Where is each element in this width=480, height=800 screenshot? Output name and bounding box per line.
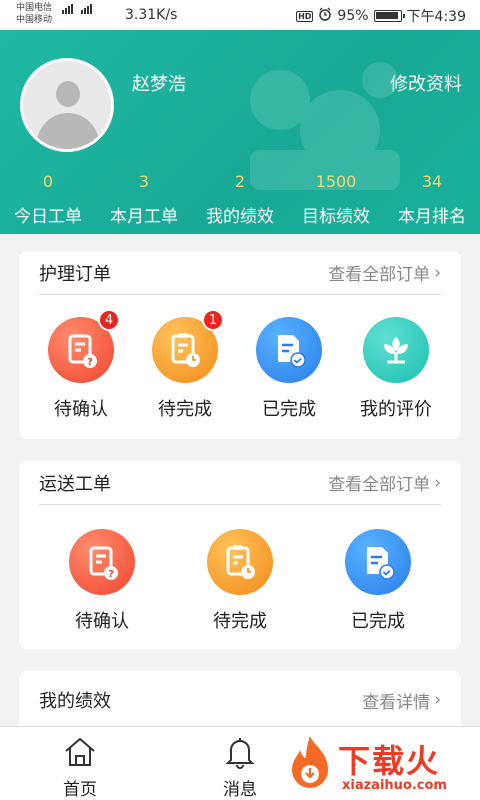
carrier-names: 中国电信 中国移动 [16, 2, 52, 26]
stat-label: 今日工单 [14, 207, 82, 227]
stat-today-orders[interactable]: 0 今日工单 [0, 172, 96, 227]
watermark: 下载火 xiazaihuo.com [282, 730, 480, 800]
item-label: 已完成 [262, 399, 316, 420]
view-details-link[interactable]: 查看详情 › [362, 688, 441, 713]
performance-card: 我的绩效 查看详情 › [19, 671, 461, 731]
profile-header: 赵梦浩 修改资料 0 今日工单 3 本月工单 2 我的绩效 1500 目标绩效 … [0, 30, 480, 234]
tab-label: 首页 [63, 780, 97, 800]
battery-icon [373, 10, 405, 22]
pending-confirm-icon: ? 4 [48, 309, 120, 383]
avatar[interactable] [20, 58, 114, 152]
link-label: 查看详情 [362, 692, 431, 713]
stat-value: 1500 [315, 172, 357, 191]
transport-completed[interactable]: 已完成 [323, 529, 433, 633]
battery-percent: 95% [337, 8, 369, 24]
transport-pending-complete[interactable]: 待完成 [185, 529, 295, 633]
svg-text:?: ? [87, 357, 93, 368]
stat-value: 0 [42, 172, 54, 191]
stat-month-orders[interactable]: 3 本月工单 [96, 172, 192, 227]
tab-home[interactable]: 首页 [40, 735, 120, 800]
stat-value: 3 [138, 172, 150, 191]
stat-value: 2 [234, 172, 246, 191]
link-label: 查看全部订单 [328, 265, 431, 285]
transport-orders-card: 运送工单 查看全部订单 › ? 待确认 待完成 已完成 [19, 461, 461, 649]
stat-label: 目标绩效 [302, 207, 370, 227]
stat-my-performance[interactable]: 2 我的绩效 [192, 172, 288, 227]
completed-icon [256, 317, 322, 383]
watermark-url: xiazaihuo.com [342, 778, 447, 793]
item-label: 待确认 [54, 399, 108, 420]
signal-icon [62, 4, 92, 14]
tab-messages[interactable]: 消息 [200, 735, 280, 800]
nursing-orders-card: 护理订单 查看全部订单 › ? 4 待确认 1 待完成 已完成 我的评价 [19, 251, 461, 439]
stat-target-performance[interactable]: 1500 目标绩效 [288, 172, 384, 227]
badge-count: 4 [98, 309, 120, 331]
card-title: 我的绩效 [39, 691, 111, 712]
alarm-icon [318, 7, 332, 25]
card-title: 护理订单 [39, 263, 111, 285]
link-label: 查看全部订单 [328, 475, 431, 495]
stat-label: 我的绩效 [206, 207, 274, 227]
item-label: 待确认 [75, 611, 129, 632]
stat-label: 本月工单 [110, 207, 178, 227]
stat-month-rank[interactable]: 34 本月排名 [384, 172, 480, 227]
item-label: 待完成 [213, 611, 267, 632]
transport-pending-confirm[interactable]: ? 待确认 [47, 529, 157, 633]
pending-confirm-icon: ? [69, 529, 135, 595]
status-bar: 中国电信 中国移动 3.31K/s HD 95% 下午4:39 [0, 0, 480, 30]
bell-icon [225, 738, 255, 769]
view-all-orders-link[interactable]: 查看全部订单 › [328, 470, 441, 496]
order-my-review[interactable]: 我的评价 [360, 317, 432, 421]
tab-label: 消息 [223, 780, 257, 800]
stat-value: 34 [421, 172, 443, 191]
svg-text:?: ? [108, 569, 114, 580]
item-label: 我的评价 [360, 399, 432, 420]
pending-complete-icon: 1 [152, 309, 224, 383]
completed-icon [345, 529, 411, 595]
hd-icon: HD [296, 10, 314, 22]
chevron-right-icon: › [434, 472, 441, 493]
carrier-1: 中国电信 [16, 3, 53, 13]
carrier-2: 中国移动 [16, 15, 53, 25]
card-title: 运送工单 [39, 473, 111, 495]
flame-logo-icon [292, 736, 328, 788]
view-all-orders-link[interactable]: 查看全部订单 › [328, 260, 441, 286]
network-speed: 3.31K/s [125, 7, 178, 23]
order-completed[interactable]: 已完成 [256, 317, 322, 421]
order-pending-confirm[interactable]: ? 4 待确认 [48, 309, 120, 421]
user-name: 赵梦浩 [132, 74, 186, 95]
watermark-text: 下载火 [338, 742, 441, 780]
badge-count: 1 [202, 309, 224, 331]
chevron-right-icon: › [434, 690, 441, 710]
pending-complete-icon [207, 529, 273, 595]
home-icon [65, 737, 95, 766]
review-flower-icon [363, 317, 429, 383]
stats-row: 0 今日工单 3 本月工单 2 我的绩效 1500 目标绩效 34 本月排名 [0, 172, 480, 227]
order-pending-complete[interactable]: 1 待完成 [152, 309, 224, 421]
stat-label: 本月排名 [398, 207, 466, 227]
item-label: 待完成 [158, 399, 212, 420]
chevron-right-icon: › [434, 262, 441, 283]
item-label: 已完成 [351, 611, 405, 632]
edit-profile-button[interactable]: 修改资料 [390, 70, 462, 96]
clock: 下午4:39 [406, 9, 466, 25]
